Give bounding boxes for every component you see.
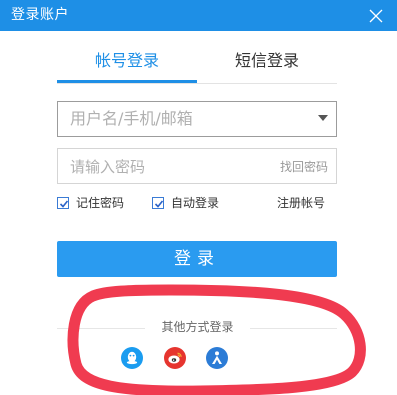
login-button[interactable]: 登录 [57,241,337,277]
divider-left [57,328,145,329]
tab-sms-login[interactable]: 短信登录 [197,43,337,80]
remember-password-checkbox[interactable] [57,197,69,209]
title-bar: 登录账户 [0,0,397,31]
other-login-label: 其他方式登录 [161,320,234,334]
password-placeholder: 请输入密码 [70,158,146,176]
auto-login-checkbox[interactable] [152,197,164,209]
register-account-link[interactable]: 注册帐号 [277,196,325,211]
username-placeholder: 用户名/手机/邮箱 [70,109,193,128]
window-title: 登录账户 [11,7,69,23]
login-window: 登录账户 帐号登录 短信登录 用户名/手机/邮箱 请输入密码 找回密码 记住密码 [0,0,397,395]
checkmark-icon [59,200,69,208]
remember-password-label: 记住密码 [76,196,125,210]
forgot-password-link[interactable]: 找回密码 [280,160,328,174]
qq-icon[interactable] [121,347,143,369]
tab-account-login[interactable]: 帐号登录 [57,43,197,83]
login-tabs: 帐号登录 短信登录 [57,43,337,84]
auto-login-label: 自动登录 [171,196,220,210]
password-field[interactable]: 请输入密码 找回密码 [57,148,337,184]
username-select[interactable]: 用户名/手机/邮箱 [57,101,337,137]
close-icon [369,9,383,23]
login-options: 记住密码 自动登录 注册帐号 [57,196,337,212]
person-icon[interactable] [206,347,228,369]
weibo-icon[interactable] [164,347,186,369]
close-button[interactable] [365,5,387,27]
checkmark-icon [154,200,164,208]
divider-right [250,328,337,329]
chevron-down-icon[interactable] [318,115,328,121]
